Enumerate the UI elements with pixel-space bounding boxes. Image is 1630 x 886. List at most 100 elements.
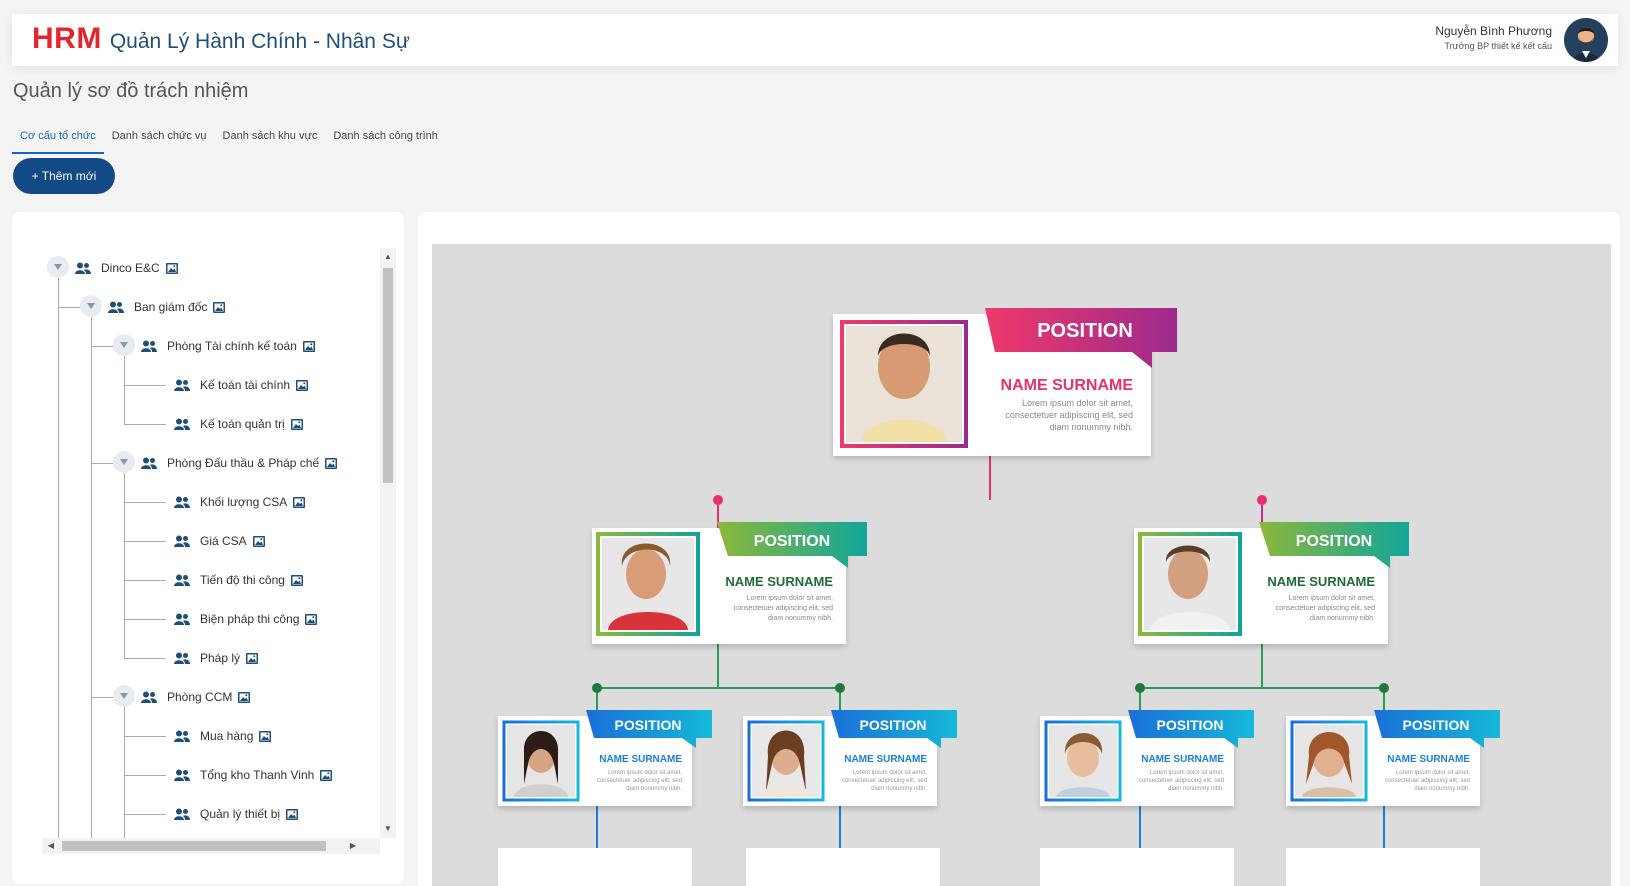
description-text: diam nonummy nibh. [871, 786, 927, 792]
page-title: Quản lý sơ đồ trách nhiệm [13, 80, 249, 102]
org-card-middle-right: POSITION NAME SURNAME Lorem ipsum dolor … [1134, 522, 1409, 644]
tree-line [124, 619, 166, 620]
tree-node[interactable]: Ban giám đốc [108, 297, 226, 317]
image-icon[interactable] [246, 652, 259, 664]
description-text: consectetuer adipiscing elit, sed [842, 778, 927, 784]
caret-down-icon [120, 459, 128, 465]
add-new-button[interactable]: + Thêm mới [13, 158, 115, 194]
image-icon[interactable] [259, 730, 272, 742]
tree-node[interactable]: Quản lý thiết bị [174, 804, 299, 824]
tree-line [124, 736, 166, 737]
tab-projects[interactable]: Danh sách công trình [325, 128, 446, 154]
description-text: Lorem ipsum dolor sit amet, [1150, 770, 1224, 776]
tree-node[interactable]: Khối lượng CSA [174, 492, 306, 512]
tree-node[interactable]: Tiến độ thi công [174, 570, 303, 590]
expand-toggle[interactable] [113, 451, 135, 473]
org-card-partial [746, 848, 940, 886]
image-icon[interactable] [302, 340, 315, 352]
expand-toggle[interactable] [80, 295, 102, 317]
people-icon [174, 496, 190, 508]
tree-node[interactable]: Tổng kho Thanh Vinh [174, 765, 333, 785]
org-tree: Dinco E&C Ban giám đốc Phòng Tài chính k… [42, 248, 396, 854]
tree-horizontal-scrollbar[interactable]: ◀ ▶ [42, 838, 380, 854]
image-icon[interactable] [213, 301, 226, 313]
org-chart-image[interactable]: POSITION NAME SURNAME Lorem ipsum dolor … [432, 244, 1611, 886]
tree-node[interactable]: Kế toán tài chính [174, 375, 309, 395]
image-icon[interactable] [320, 769, 333, 781]
user-info[interactable]: Nguyễn Bình Phương Trưởng BP thiết kế kế… [1435, 24, 1552, 51]
scroll-up-arrow[interactable]: ▲ [383, 252, 393, 262]
image-icon[interactable] [296, 379, 309, 391]
tree-node-label: Ban giám đốc [134, 300, 208, 314]
tree-node[interactable]: Mua hàng [174, 726, 272, 746]
image-icon[interactable] [286, 808, 299, 820]
scroll-left-arrow[interactable]: ◀ [46, 841, 56, 851]
position-label: POSITION [615, 717, 682, 733]
tree-line [124, 580, 166, 581]
description-text: diam nonummy nibh. [1168, 786, 1224, 792]
image-icon[interactable] [305, 613, 318, 625]
description-text: diam nonummy nibh. [626, 786, 682, 792]
scroll-thumb[interactable] [62, 841, 326, 851]
org-card-partial [1040, 848, 1234, 886]
tab-regions[interactable]: Danh sách khu vực [215, 128, 326, 154]
scroll-right-arrow[interactable]: ▶ [348, 841, 358, 851]
image-icon[interactable] [252, 535, 265, 547]
tree-node[interactable]: Giá CSA [174, 531, 265, 551]
description-text: diam nonummy nibh. [1310, 615, 1375, 622]
scroll-thumb[interactable] [383, 268, 393, 483]
expand-toggle[interactable] [113, 685, 135, 707]
tree-line [124, 356, 125, 425]
people-icon [174, 535, 190, 547]
tree-line [124, 775, 166, 776]
description-text: diam nonummy nibh. [768, 615, 833, 622]
tab-org-structure[interactable]: Cơ cấu tổ chức [12, 128, 104, 154]
org-card-bottom-3: POSITION NAME SURNAME Lorem ipsum dolor … [1040, 710, 1254, 806]
tree-line [58, 307, 80, 308]
description-text: Lorem ipsum dolor sit amet, [608, 770, 682, 776]
image-icon[interactable] [238, 691, 251, 703]
org-card-middle-left: POSITION NAME SURNAME Lorem ipsum dolor … [592, 522, 867, 644]
tab-bar: Cơ cấu tổ chức Danh sách chức vụ Danh sá… [12, 128, 446, 154]
name-label: NAME SURNAME [1267, 574, 1375, 589]
position-label: POSITION [1403, 717, 1470, 733]
tab-positions[interactable]: Danh sách chức vụ [104, 128, 215, 154]
tree-node[interactable]: Biện pháp thi công [174, 609, 318, 629]
tree-node[interactable]: Phòng Tài chính kế toán [141, 336, 315, 356]
position-label: POSITION [1037, 320, 1133, 342]
tree-line [124, 502, 166, 503]
tree-node[interactable]: Phòng CCM [141, 687, 251, 707]
image-icon[interactable] [290, 574, 303, 586]
description-text: consectetuer adipiscing elit, sed [597, 778, 682, 784]
people-icon [75, 262, 91, 274]
position-label: POSITION [1157, 717, 1224, 733]
description-text: consectetuer adipiscing elit, sed [1385, 778, 1470, 784]
org-card-bottom-2: POSITION NAME SURNAME Lorem ipsum dolor … [743, 710, 957, 806]
tree-node-label: Tiến độ thi công [200, 573, 285, 587]
position-label: POSITION [860, 717, 927, 733]
org-card-top: POSITION NAME SURNAME Lorem ipsum dolor … [833, 308, 1177, 456]
org-card-partial [1286, 848, 1480, 886]
tree-node[interactable]: Phòng Đấu thầu & Pháp chế [141, 453, 338, 473]
tree-line [124, 424, 166, 425]
tree-node[interactable]: Pháp lý [174, 648, 259, 668]
brand[interactable]: HRM Quản Lý Hành Chính - Nhân Sự [32, 22, 410, 56]
expand-toggle[interactable] [47, 256, 69, 278]
scroll-down-arrow[interactable]: ▼ [383, 824, 393, 834]
image-icon[interactable] [293, 496, 306, 508]
caret-down-icon [87, 303, 95, 309]
top-bar: HRM Quản Lý Hành Chính - Nhân Sự Nguyễn … [12, 14, 1618, 66]
expand-toggle[interactable] [113, 334, 135, 356]
tree-node[interactable]: Kế toán quản trị [174, 414, 303, 434]
tree-line [124, 814, 166, 815]
description-text: consectetuer adipiscing elit, sed [1139, 778, 1224, 784]
tree-vertical-scrollbar[interactable]: ▲ ▼ [380, 248, 396, 838]
tree-node-label: Khối lượng CSA [200, 495, 288, 509]
tree-node[interactable]: Dinco E&C [75, 258, 178, 278]
tree-line [91, 697, 113, 698]
tree-line [124, 385, 166, 386]
avatar[interactable] [1564, 18, 1608, 62]
image-icon[interactable] [165, 262, 178, 274]
image-icon[interactable] [290, 418, 303, 430]
image-icon[interactable] [325, 457, 338, 469]
